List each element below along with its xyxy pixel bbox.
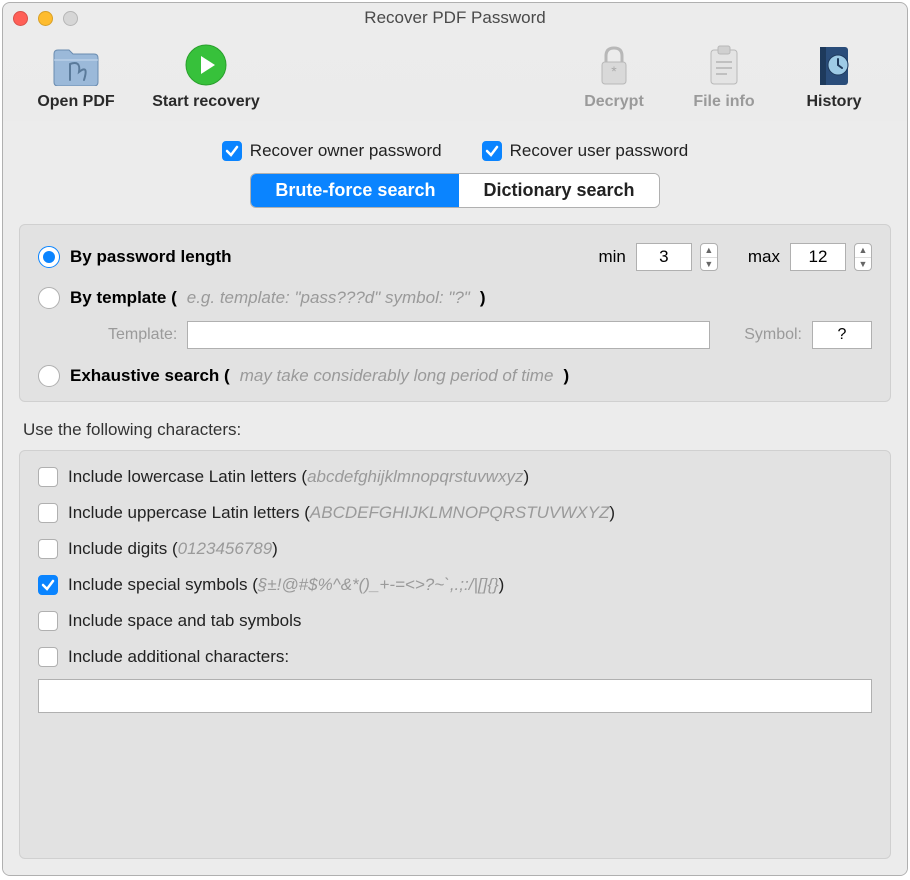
clipboard-icon xyxy=(707,41,741,89)
book-clock-icon xyxy=(814,41,854,89)
by-template-row: By template ( e.g. template: "pass???d" … xyxy=(38,287,872,309)
lowercase-checkbox[interactable]: Include lowercase Latin letters (abcdefg… xyxy=(38,467,872,487)
checkbox-icon xyxy=(38,611,58,631)
tab-brute-force[interactable]: Brute-force search xyxy=(251,174,459,207)
symbol-label: Symbol: xyxy=(744,326,802,344)
traffic-lights xyxy=(13,11,78,26)
special-hint: §±!@#$%^&*()_+-=<>?~`,.;:/|[]{} xyxy=(258,575,499,594)
checkbox-icon xyxy=(38,539,58,559)
exhaustive-label: Exhaustive search ( xyxy=(70,366,230,386)
exhaustive-radio[interactable] xyxy=(38,365,60,387)
by-length-row: By password length min ▲▼ max ▲▼ xyxy=(38,243,872,271)
symbol-input[interactable] xyxy=(812,321,872,349)
close-paren: ) xyxy=(499,575,505,594)
additional-checkbox[interactable]: Include additional characters: xyxy=(38,647,872,667)
special-label: Include special symbols ( xyxy=(68,575,258,594)
content-area: Recover owner password Recover user pass… xyxy=(3,121,907,875)
by-length-label: By password length xyxy=(70,247,232,267)
digits-label: Include digits ( xyxy=(68,539,178,558)
exhaustive-hint: may take considerably long period of tim… xyxy=(240,366,554,386)
lowercase-label: Include lowercase Latin letters ( xyxy=(68,467,307,486)
exhaustive-close: ) xyxy=(563,366,569,386)
space-checkbox[interactable]: Include space and tab symbols xyxy=(38,611,872,631)
window-title: Recover PDF Password xyxy=(3,8,907,28)
close-paren: ) xyxy=(609,503,615,522)
decrypt-label: Decrypt xyxy=(584,93,644,111)
chevron-up-icon: ▲ xyxy=(701,244,717,258)
recover-checks: Recover owner password Recover user pass… xyxy=(19,141,891,161)
search-mode-segmented: Brute-force search Dictionary search xyxy=(19,173,891,208)
window-minimize-button[interactable] xyxy=(38,11,53,26)
recover-user-checkbox[interactable]: Recover user password xyxy=(482,141,689,161)
chevron-down-icon: ▼ xyxy=(855,258,871,271)
checkbox-icon xyxy=(38,467,58,487)
chevron-up-icon: ▲ xyxy=(855,244,871,258)
template-label: Template: xyxy=(108,326,177,344)
lowercase-hint: abcdefghijklmnopqrstuvwxyz xyxy=(307,467,523,486)
recover-owner-label: Recover owner password xyxy=(250,141,442,161)
history-button[interactable]: History xyxy=(779,41,889,111)
by-template-close: ) xyxy=(480,288,486,308)
lock-icon: * xyxy=(596,41,632,89)
space-label: Include space and tab symbols xyxy=(68,611,301,631)
open-pdf-button[interactable]: Open PDF xyxy=(21,41,131,111)
charset-header: Use the following characters: xyxy=(23,420,891,440)
decrypt-button[interactable]: * Decrypt xyxy=(559,41,669,111)
uppercase-hint: ABCDEFGHIJKLMNOPQRSTUVWXYZ xyxy=(310,503,609,522)
by-length-radio[interactable] xyxy=(38,246,60,268)
uppercase-checkbox[interactable]: Include uppercase Latin letters (ABCDEFG… xyxy=(38,503,872,523)
start-recovery-label: Start recovery xyxy=(152,93,260,111)
digits-hint: 0123456789 xyxy=(178,539,273,558)
max-input[interactable] xyxy=(790,243,846,271)
template-input[interactable] xyxy=(187,321,710,349)
additional-label: Include additional characters: xyxy=(68,647,289,667)
by-template-hint: e.g. template: "pass???d" symbol: "?" xyxy=(187,288,470,308)
by-template-label: By template ( xyxy=(70,288,177,308)
recover-user-label: Recover user password xyxy=(510,141,689,161)
charset-panel: Include lowercase Latin letters (abcdefg… xyxy=(19,450,891,859)
min-stepper[interactable]: ▲▼ xyxy=(700,243,718,271)
history-label: History xyxy=(806,93,861,111)
exhaustive-row: Exhaustive search ( may take considerabl… xyxy=(38,365,872,387)
titlebar: Recover PDF Password xyxy=(3,3,907,33)
open-pdf-label: Open PDF xyxy=(37,93,114,111)
checkbox-icon xyxy=(222,141,242,161)
checkbox-icon xyxy=(482,141,502,161)
file-info-label: File info xyxy=(693,93,754,111)
chevron-down-icon: ▼ xyxy=(701,258,717,271)
recover-owner-checkbox[interactable]: Recover owner password xyxy=(222,141,442,161)
tab-dictionary[interactable]: Dictionary search xyxy=(459,174,658,207)
start-recovery-button[interactable]: Start recovery xyxy=(131,41,281,111)
method-panel: By password length min ▲▼ max ▲▼ By temp… xyxy=(19,224,891,402)
close-paren: ) xyxy=(272,539,278,558)
app-window: Recover PDF Password Open PDF Start xyxy=(2,2,908,876)
template-inputs-row: Template: Symbol: xyxy=(38,321,872,349)
digits-checkbox[interactable]: Include digits (0123456789) xyxy=(38,539,872,559)
toolbar: Open PDF Start recovery * Decrypt xyxy=(3,33,907,121)
min-label: min xyxy=(598,247,625,267)
max-label: max xyxy=(748,247,780,267)
file-info-button[interactable]: File info xyxy=(669,41,779,111)
folder-pdf-icon xyxy=(51,41,101,89)
min-input[interactable] xyxy=(636,243,692,271)
max-stepper[interactable]: ▲▼ xyxy=(854,243,872,271)
svg-text:*: * xyxy=(611,63,617,79)
play-icon xyxy=(185,41,227,89)
window-close-button[interactable] xyxy=(13,11,28,26)
window-zoom-button[interactable] xyxy=(63,11,78,26)
checkbox-icon xyxy=(38,503,58,523)
uppercase-label: Include uppercase Latin letters ( xyxy=(68,503,310,522)
checkbox-icon xyxy=(38,647,58,667)
close-paren: ) xyxy=(523,467,529,486)
additional-input[interactable] xyxy=(38,679,872,713)
by-template-radio[interactable] xyxy=(38,287,60,309)
checkbox-icon xyxy=(38,575,58,595)
special-checkbox[interactable]: Include special symbols (§±!@#$%^&*()_+-… xyxy=(38,575,872,595)
